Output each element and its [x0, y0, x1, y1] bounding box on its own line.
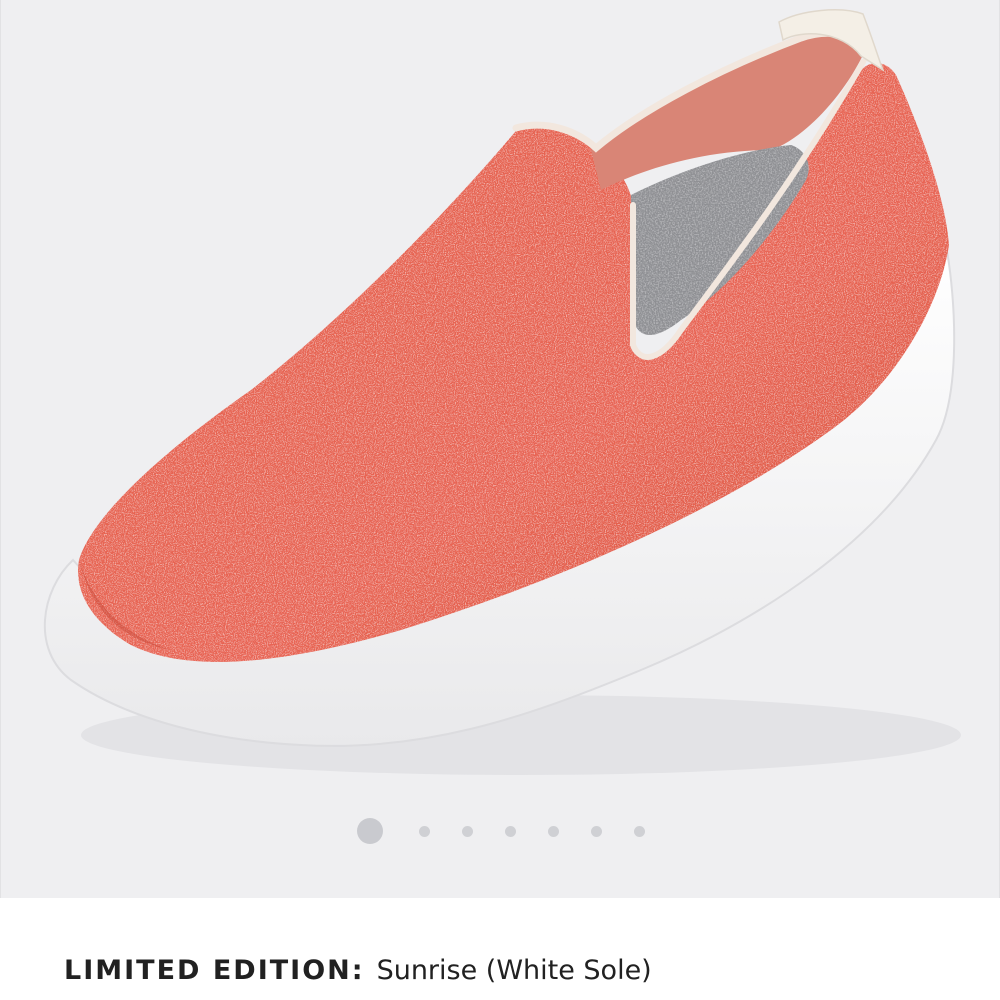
image-carousel-dots: [1, 816, 999, 846]
carousel-dot[interactable]: [462, 825, 473, 837]
color-name: Sunrise (White Sole): [376, 955, 652, 986]
shoe-upper: [78, 63, 949, 662]
carousel-dot[interactable]: [591, 825, 602, 837]
product-details: LIMITED EDITION: Sunrise (White Sole): [64, 955, 652, 1000]
carousel-dot[interactable]: [357, 818, 383, 844]
product-image: [43, 9, 961, 775]
carousel-dot[interactable]: [548, 825, 559, 837]
carousel-dot[interactable]: [505, 825, 516, 837]
carousel-dot[interactable]: [634, 825, 645, 837]
product-image-area[interactable]: [0, 0, 1000, 898]
carousel-dot[interactable]: [419, 825, 430, 837]
edition-label: LIMITED EDITION:: [64, 955, 365, 986]
